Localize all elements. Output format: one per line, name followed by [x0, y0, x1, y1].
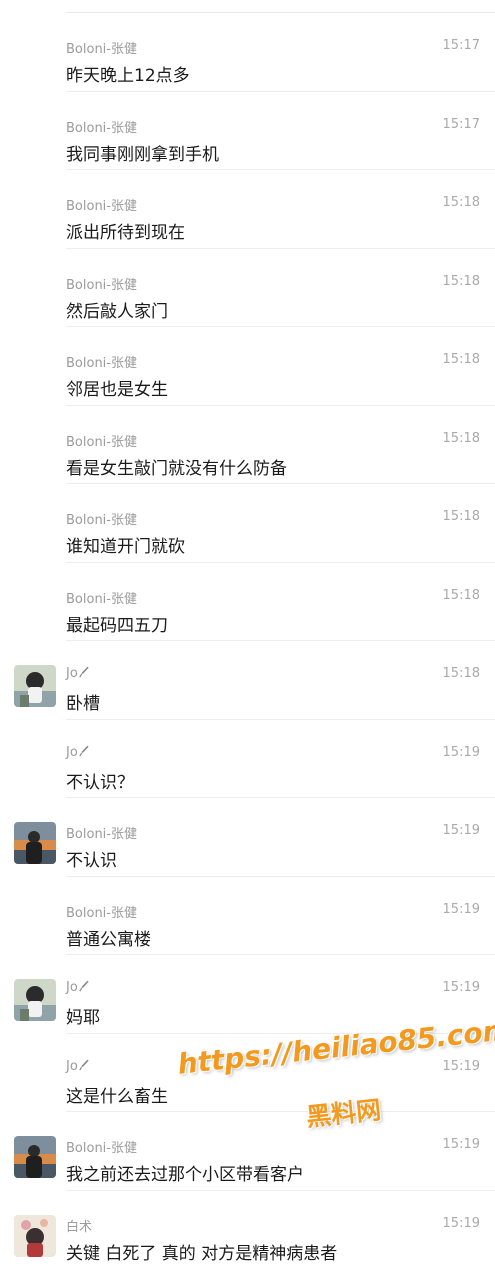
- message-text: 我同事刚刚拿到手机: [66, 144, 219, 165]
- sender-name: Boloni-张健: [66, 1137, 137, 1156]
- message-text: 邻居也是女生: [66, 380, 168, 400]
- message-text: 看是女生敲门就没有什么防备: [66, 458, 287, 479]
- message-text: 不认识: [66, 851, 117, 871]
- sender-name: Jo: [66, 745, 89, 761]
- message-text: 然后敲人家门: [66, 301, 168, 322]
- sender-name-text: Jo: [66, 1058, 78, 1074]
- message-text: 最起码四五刀: [66, 615, 168, 636]
- sender-name-text: Boloni-张健: [66, 591, 137, 607]
- sender-name: Boloni-张健: [66, 195, 137, 214]
- message-time: 15:18: [442, 195, 480, 210]
- sender-name-text: Boloni-张健: [66, 1141, 137, 1156]
- sender-name-text: 白术: [66, 1219, 93, 1235]
- sender-name-text: Boloni-张健: [66, 42, 137, 57]
- chat-message[interactable]: Boloni-张健 15:19 我之前还去过那个小区带看客户: [0, 1112, 495, 1191]
- chat-message[interactable]: Boloni-张健 15:18 谁知道开门就砍: [0, 484, 495, 563]
- message-time: 15:19: [442, 744, 480, 760]
- sender-name: Boloni-张健: [66, 352, 137, 371]
- sender-name-text: Boloni-张健: [66, 199, 137, 214]
- message-time: 15:18: [442, 352, 480, 367]
- message-text: 不认识？: [66, 772, 134, 793]
- microphone-icon: [79, 980, 89, 996]
- message-time: 15:19: [442, 901, 480, 917]
- sender-name-text: Boloni-张健: [66, 905, 137, 921]
- message-text: 普通公寓楼: [66, 929, 151, 950]
- message-time: 15:19: [442, 1215, 480, 1231]
- message-time: 15:19: [442, 823, 480, 838]
- sender-name-text: Boloni-张健: [66, 513, 137, 528]
- message-text: 妈耶: [66, 1008, 100, 1028]
- message-time: 15:17: [442, 38, 480, 53]
- message-time: 15:18: [442, 273, 480, 289]
- sender-name-text: Boloni-张健: [66, 277, 137, 293]
- chat-message[interactable]: Boloni-张健 15:18 邻居也是女生: [0, 327, 495, 406]
- chat-message-list[interactable]: Boloni-张健 15:17 昨天晚上12点多 Boloni-张健 15:17 我同事刚…: [0, 0, 495, 1280]
- message-text: 卧槽: [66, 694, 100, 714]
- message-time: 15:19: [442, 980, 480, 995]
- chat-message[interactable]: Jo 15:19 不认识？: [0, 720, 495, 798]
- message-text: 谁知道开门就砍: [66, 537, 185, 557]
- message-time: 15:17: [442, 116, 480, 132]
- chat-message[interactable]: Boloni-张健 15:18 看是女生敲门就没有什么防备: [0, 406, 495, 484]
- message-text: 我之前还去过那个小区带看客户: [66, 1165, 304, 1185]
- chat-message[interactable]: Boloni-张健 15:18 派出所待到现在: [0, 170, 495, 249]
- message-time: 15:19: [442, 1137, 480, 1152]
- sender-name: Boloni-张健: [66, 117, 137, 136]
- sender-name: Boloni-张健: [66, 902, 137, 921]
- chat-message[interactable]: Boloni-张健 15:18 最起码四五刀: [0, 563, 495, 641]
- chat-message[interactable]: Boloni-张健 15:17 昨天晚上12点多: [0, 13, 495, 92]
- sender-name-text: Jo: [66, 744, 78, 760]
- sender-name-text: Boloni-张健: [66, 827, 137, 842]
- sender-name: Boloni-张健: [66, 431, 137, 450]
- sender-name-text: Jo: [66, 666, 78, 681]
- message-text: 派出所待到现在: [66, 223, 185, 243]
- avatar[interactable]: [14, 822, 56, 864]
- message-time: 15:18: [442, 587, 480, 603]
- message-text: 关键 白死了 真的 对方是精神病患者: [66, 1243, 338, 1264]
- sender-name: Jo: [66, 980, 89, 996]
- message-time: 15:18: [442, 666, 480, 681]
- sender-name-text: Boloni-张健: [66, 120, 137, 136]
- sender-name-text: Boloni-张健: [66, 356, 137, 371]
- microphone-icon: [79, 745, 89, 761]
- chat-message[interactable]: Boloni-张健 15:19 不认识: [0, 798, 495, 877]
- message-time: 15:18: [442, 430, 480, 446]
- avatar[interactable]: [14, 979, 56, 1021]
- chat-message[interactable]: Boloni-张健 15:19 普通公寓楼: [0, 877, 495, 955]
- sender-name: 白术: [66, 1216, 92, 1235]
- chat-message[interactable]: Jo 15:19 妈耶: [0, 955, 495, 1034]
- sender-name: Boloni-张健: [66, 588, 137, 607]
- sender-name-text: Jo: [66, 980, 78, 995]
- message-text: 昨天晚上12点多: [66, 66, 190, 86]
- sender-name: Jo: [66, 666, 89, 682]
- chat-message[interactable]: Boloni-张健 15:18 然后敲人家门: [0, 249, 495, 327]
- chat-message[interactable]: Jo 15:19 这是什么畜生: [0, 1034, 495, 1112]
- sender-name: Boloni-张健: [66, 509, 137, 528]
- chat-message[interactable]: Jo 15:18 卧槽: [0, 641, 495, 720]
- sender-name: Boloni-张健: [66, 38, 137, 57]
- chat-message[interactable]: Boloni-张健 15:17 我同事刚刚拿到手机: [0, 92, 495, 170]
- message-time: 15:19: [442, 1058, 480, 1074]
- message-time: 15:18: [442, 509, 480, 524]
- chat-message[interactable]: 白术 15:19 关键 白死了 真的 对方是精神病患者: [0, 1191, 495, 1270]
- microphone-icon: [79, 1059, 89, 1075]
- microphone-icon: [79, 666, 89, 682]
- sender-name: Boloni-张健: [66, 823, 137, 842]
- avatar[interactable]: [14, 1214, 56, 1257]
- sender-name-text: Boloni-张健: [66, 434, 137, 450]
- sender-name: Boloni-张健: [66, 274, 137, 293]
- sender-name: Jo: [66, 1059, 89, 1075]
- message-text: 这是什么畜生: [66, 1086, 168, 1107]
- avatar[interactable]: [14, 665, 56, 707]
- avatar[interactable]: [14, 1136, 56, 1178]
